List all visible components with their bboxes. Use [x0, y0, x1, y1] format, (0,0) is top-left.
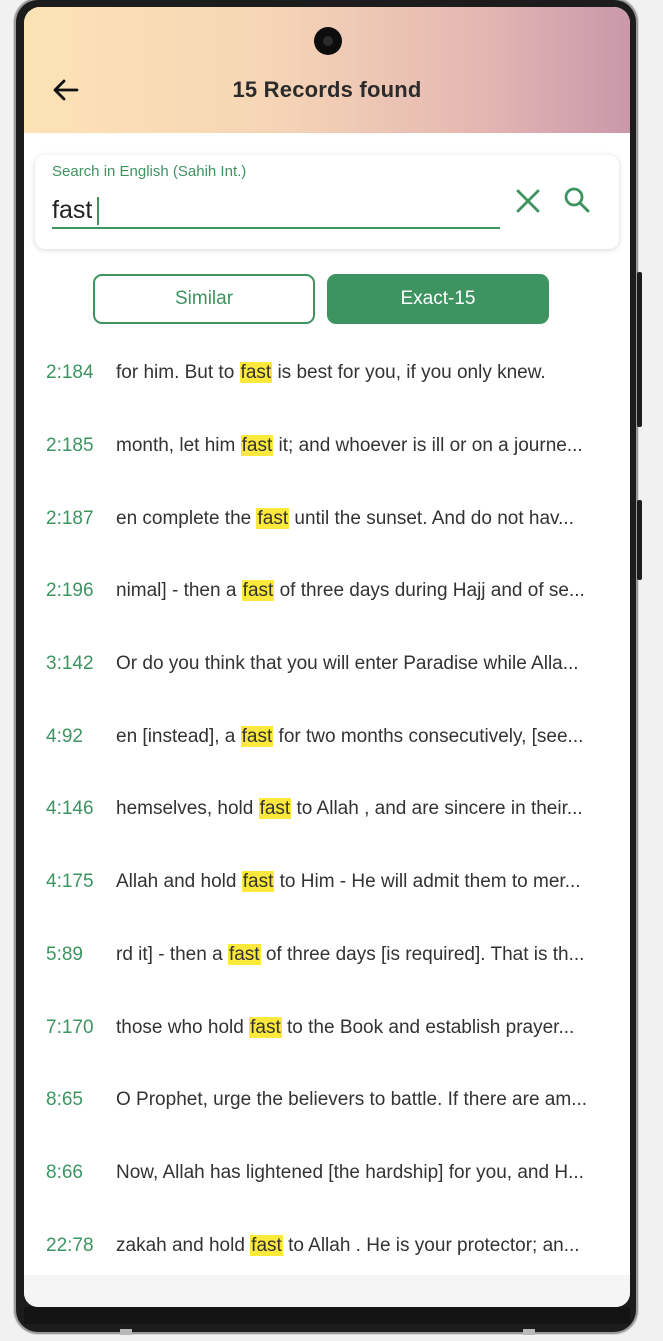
app-bar: 15 Records found: [24, 7, 630, 133]
verse-reference: 8:66: [46, 1161, 83, 1183]
verse-reference: 3:142: [46, 653, 94, 675]
result-row[interactable]: 7:170 those who hold fast to the Book and…: [24, 991, 630, 1064]
verse-reference: 2:184: [46, 362, 94, 384]
snippet-before: month, let him: [116, 435, 241, 457]
snippet-before: Allah and hold: [116, 871, 242, 893]
match-highlight: fast: [239, 362, 273, 384]
snippet-after: to the Book and establish prayer...: [281, 1016, 575, 1038]
result-row[interactable]: 2:196 nimal] - then a fast of three days …: [24, 555, 630, 628]
match-highlight: fast: [241, 580, 275, 602]
verse-snippet: Or do you think that you will enter Para…: [116, 653, 610, 675]
snippet-before: O Prophet, urge the believers to battle.…: [116, 1089, 588, 1111]
volume-button: [637, 272, 642, 427]
verse-snippet: zakah and hold fast to Allah . He is you…: [116, 1234, 610, 1257]
verse-snippet: en complete the fast until the sunset. A…: [116, 507, 610, 530]
match-highlight: fast: [249, 1016, 282, 1038]
result-row[interactable]: 3:142 Or do you think that you will enter…: [24, 628, 630, 701]
result-row[interactable]: 4:146 hemselves, hold fast to Allah , and…: [24, 773, 630, 846]
front-camera: [314, 27, 342, 55]
verse-reference: 8:65: [46, 1089, 83, 1111]
frame-nub: [120, 1329, 132, 1335]
match-highlight: fast: [256, 507, 290, 529]
result-row[interactable]: 2:185 month, let him fast it; and whoever…: [24, 410, 630, 483]
snippet-before: hemselves, hold: [116, 798, 259, 820]
verse-reference: 4:175: [46, 871, 94, 893]
exact-filter-button[interactable]: Exact-15: [327, 274, 549, 324]
verse-reference: 2:187: [46, 507, 94, 529]
close-icon: [516, 189, 540, 213]
verse-reference: 2:196: [46, 580, 94, 602]
navigation-bar: [24, 1307, 630, 1324]
match-highlight: fast: [227, 943, 261, 965]
verse-reference: 4:92: [46, 725, 83, 747]
result-row[interactable]: 8:65 O Prophet, urge the believers to bat…: [24, 1064, 630, 1137]
verse-reference: 5:89: [46, 943, 83, 965]
snippet-after: for two months consecutively, [see...: [273, 725, 584, 747]
results-list: 2:184 for him. But to fast is best for yo…: [24, 337, 630, 1282]
snippet-after: until the sunset. And do not hav...: [289, 507, 574, 529]
match-highlight: fast: [241, 871, 275, 893]
result-row[interactable]: 8:66 Now, Allah has lightened [the hardsh…: [24, 1137, 630, 1210]
similar-filter-button[interactable]: Similar: [93, 274, 315, 324]
result-row[interactable]: 2:187 en complete the fast until the suns…: [24, 482, 630, 555]
app-screen: 15 Records found Search in English (Sahi…: [24, 7, 630, 1307]
snippet-before: Or do you think that you will enter Para…: [116, 653, 579, 675]
snippet-before: en complete the: [116, 507, 257, 529]
snippet-after: to Him - He will admit them to mer...: [274, 871, 581, 893]
verse-snippet: those who hold fast to the Book and esta…: [116, 1016, 610, 1039]
power-button: [637, 500, 642, 580]
snippet-after: it; and whoever is ill or on a journe...: [273, 435, 583, 457]
snippet-before: those who hold: [116, 1016, 250, 1038]
search-input[interactable]: [52, 193, 500, 229]
search-button[interactable]: [561, 184, 593, 216]
frame-nub: [523, 1329, 535, 1335]
snippet-after: to Allah , and are sincere in their...: [291, 798, 583, 820]
verse-reference: 22:78: [46, 1234, 94, 1256]
snippet-before: rd it] - then a: [116, 943, 228, 965]
search-label: Search in English (Sahih Int.): [52, 163, 247, 180]
snippet-after: of three days during Hajj and of se...: [274, 580, 585, 602]
verse-snippet: Allah and hold fast to Him - He will adm…: [116, 871, 610, 893]
match-highlight: fast: [240, 435, 274, 457]
snippet-before: en [instead], a: [116, 725, 241, 747]
snippet-before: Now, Allah has lightened [the hardship] …: [116, 1161, 584, 1183]
snippet-before: nimal] - then a: [116, 580, 242, 602]
match-highlight: fast: [258, 798, 292, 820]
verse-snippet: nimal] - then a fast of three days durin…: [116, 580, 610, 602]
verse-snippet: en [instead], a fast for two months cons…: [116, 725, 610, 748]
verse-snippet: for him. But to fast is best for you, if…: [116, 362, 610, 384]
snippet-after: of three days [is required]. That is th.…: [260, 943, 585, 965]
result-row[interactable]: 22:78 zakah and hold fast to Allah . He i…: [24, 1209, 630, 1282]
verse-snippet: month, let him fast it; and whoever is i…: [116, 435, 610, 457]
result-row[interactable]: 4:175 Allah and hold fast to Him - He wil…: [24, 846, 630, 919]
verse-reference: 2:185: [46, 435, 94, 457]
result-row[interactable]: 2:184 for him. But to fast is best for yo…: [24, 337, 630, 410]
page-title: 15 Records found: [232, 77, 422, 102]
result-row[interactable]: 4:92 en [instead], a fast for two months …: [24, 700, 630, 773]
verse-snippet: O Prophet, urge the believers to battle.…: [116, 1089, 610, 1111]
search-icon: [564, 187, 590, 213]
snippet-after: is best for you, if you only knew.: [272, 362, 546, 384]
clear-button[interactable]: [512, 185, 544, 217]
verse-snippet: Now, Allah has lightened [the hardship] …: [116, 1162, 610, 1184]
snippet-before: zakah and hold: [116, 1234, 251, 1256]
verse-snippet: rd it] - then a fast of three days [is r…: [116, 943, 610, 966]
snippet-after: to Allah . He is your protector; an...: [282, 1234, 580, 1256]
text-cursor: [97, 197, 99, 225]
verse-snippet: hemselves, hold fast to Allah , and are …: [116, 798, 610, 820]
match-highlight: fast: [240, 725, 274, 747]
search-card: Search in English (Sahih Int.): [35, 155, 619, 249]
match-highlight: fast: [250, 1234, 283, 1256]
verse-reference: 7:170: [46, 1016, 94, 1038]
verse-reference: 4:146: [46, 798, 94, 820]
snippet-before: for him. But to: [116, 362, 240, 384]
result-row[interactable]: 5:89 rd it] - then a fast of three days […: [24, 919, 630, 992]
list-footer: [24, 1275, 630, 1307]
